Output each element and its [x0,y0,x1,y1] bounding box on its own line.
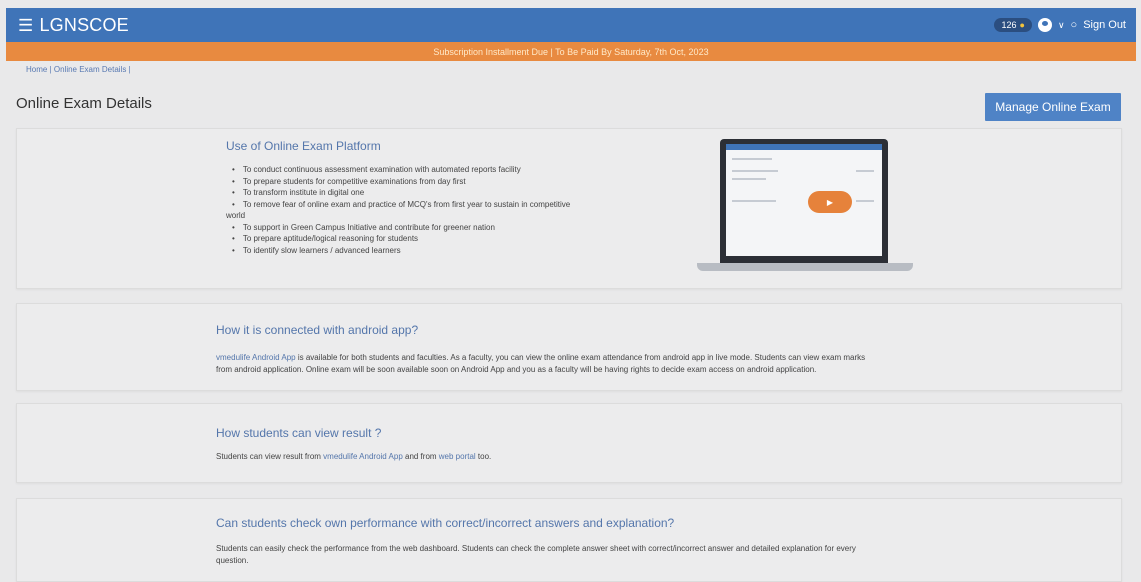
body-text: too. [475,452,492,461]
power-icon[interactable]: ○ [1071,19,1078,31]
subscription-notice: Subscription Installment Due | To Be Pai… [6,42,1136,61]
laptop-base [697,263,913,271]
body-text: is available for both students and facul… [295,353,866,362]
web-portal-link[interactable]: web portal [439,452,476,461]
bullet-list: To conduct continuous assessment examina… [226,164,586,256]
bell-icon: ● [1019,20,1025,30]
play-video-icon[interactable]: ▶ [808,191,852,213]
screen-line [732,178,766,180]
user-avatar-icon[interactable] [1037,18,1052,32]
laptop-screen-frame: ▶ [720,139,888,263]
laptop-screen: ▶ [726,144,882,256]
body-text: Students can view result from [216,452,324,461]
list-item: To identify slow learners / advanced lea… [226,245,586,257]
body-text: Students can easily check the performanc… [216,544,856,553]
android-app-link[interactable]: vmedulife Android App [323,452,403,461]
list-item: To prepare students for competitive exam… [226,176,586,188]
section-title: How it is connected with android app? [216,323,419,337]
section-body: Students can easily check the performanc… [216,543,1116,567]
section-title: Can students check own performance with … [216,516,675,530]
section-title: Use of Online Exam Platform [226,139,381,153]
top-navbar: ☰ LGNSCOE 126 ● ∨ ○ Sign Out [6,8,1136,42]
android-app-link[interactable]: vmedulife Android App [216,353,296,362]
breadcrumb-home[interactable]: Home [26,65,47,74]
sign-out-link[interactable]: Sign Out [1083,19,1126,31]
notification-count: 126 [1001,20,1017,30]
user-controls: 126 ● ∨ ○ Sign Out [994,18,1126,32]
brand[interactable]: ☰ LGNSCOE [18,15,129,36]
breadcrumb-current[interactable]: Online Exam Details [54,65,126,74]
card-use-of-platform: Use of Online Exam Platform To conduct c… [16,128,1122,289]
section-body: Students can view result from vmedulife … [216,451,1116,463]
screen-line [856,170,874,172]
section-body: vmedulife Android App is available for b… [216,352,1116,376]
breadcrumb: Home | Online Exam Details | [26,65,131,74]
notification-badge[interactable]: 126 ● [994,18,1032,32]
section-title: How students can view result ? [216,426,382,440]
list-item: To prepare aptitude/logical reasoning fo… [226,233,586,245]
list-item: To remove fear of online exam and practi… [226,199,586,222]
list-item: To transform institute in digital one [226,187,586,199]
card-view-result: How students can view result ? Students … [16,403,1122,483]
card-performance: Can students check own performance with … [16,498,1122,582]
screen-line [732,170,778,172]
body-text: from android application. Online exam wi… [216,365,817,374]
body-text: question. [216,556,249,565]
menu-icon[interactable]: ☰ [18,16,33,35]
body-text: and from [402,452,439,461]
brand-name: LGNSCOE [39,14,129,35]
card-android-app: How it is connected with android app? vm… [16,303,1122,391]
list-item: To support in Green Campus Initiative an… [226,222,586,234]
screen-header-bar [726,144,882,150]
screen-line [732,200,776,202]
list-item: To conduct continuous assessment examina… [226,164,586,176]
page-title: Online Exam Details [16,95,152,112]
screen-line [856,200,874,202]
laptop-illustration: ▶ [697,139,913,271]
manage-online-exam-button[interactable]: Manage Online Exam [985,93,1121,121]
screen-line [732,158,772,160]
chevron-down-icon[interactable]: ∨ [1058,20,1065,31]
